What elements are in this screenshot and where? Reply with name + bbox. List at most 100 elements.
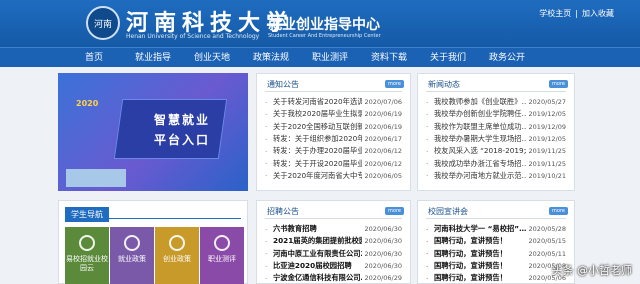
bullet-icon: · (265, 249, 268, 259)
list-item[interactable]: · 国聘行动，宣讲预告！ 2020/05/15 (426, 235, 566, 247)
school-home-link[interactable]: 学校主页 (539, 9, 571, 18)
top-links: 学校主页 | 加入收藏 (539, 8, 614, 19)
nav-home[interactable]: 首页 (68, 48, 120, 68)
list-item[interactable]: · 我校举办暑期大学生现场招… 2019/12/05 (426, 133, 566, 145)
tile-startup-policy[interactable]: 创业政策 (155, 227, 199, 284)
list-item[interactable]: · 国聘行动，宣讲预告！ 2020/05/11 (426, 248, 566, 260)
bullet-icon: · (426, 261, 429, 271)
banner-line2: 平台入口 (154, 133, 211, 147)
bullet-icon: · (426, 122, 429, 132)
list-item[interactable]: · 关于转发河南省2020年选调… 2020/07/06 (265, 96, 402, 108)
bullet-icon: · (265, 109, 268, 119)
bullet-icon: · (426, 146, 429, 156)
tile-employment-policy[interactable]: 就业政策 (110, 227, 154, 284)
item-title: 我校举办创新创业学院聘任… (434, 109, 526, 119)
item-date: 2020/06/17 (364, 135, 402, 144)
nav-downloads[interactable]: 资料下载 (363, 48, 415, 68)
item-date: 2020/06/30 (364, 262, 402, 271)
list-item[interactable]: · 关于2020年度河南省大中专… 2020/06/05 (265, 170, 402, 182)
item-title: 国聘行动，宣讲预告！ (434, 261, 507, 271)
divider (65, 218, 241, 219)
nav-entrepreneurship[interactable]: 创业天地 (186, 48, 238, 68)
notices-list: · 关于转发河南省2020年选调… 2020/07/06 · 关于我校2020届毕业生… (265, 96, 402, 182)
more-button[interactable]: more (385, 80, 404, 88)
list-item[interactable]: · 六书教育招聘 2020/06/30 (265, 223, 402, 235)
site-header: 河南 河南科技大学 Henan University of Science an… (0, 0, 640, 47)
item-title: 国聘行动，宣讲预告！ (434, 236, 507, 246)
bullet-icon: · (426, 159, 429, 169)
tile-label: 就业政策 (118, 255, 146, 263)
divider (265, 218, 402, 219)
bullet-icon: · (265, 261, 268, 271)
list-item[interactable]: · 校友风采入选 “2018-2019大…2019/11/25 (426, 145, 566, 157)
item-title: 国聘行动，宣讲预告！ (434, 248, 507, 258)
list-item[interactable]: · 河南中原工业有限责任公司2…2020/06/30 (265, 248, 402, 260)
nav-career-test[interactable]: 职业测评 (304, 48, 356, 68)
recruitment-panel: 招聘公告 more · 六书教育招聘 2020/06/30 · 2021届英的集团提前… (256, 200, 411, 284)
logo-text: 河南 (93, 19, 112, 30)
bullet-icon: · (426, 273, 429, 283)
talks-list: · 河南科技大学一 “易校招”… 2020/05/28 · 国聘行动，宣讲预告！ 202… (426, 223, 566, 284)
list-item[interactable]: · 转发：关于组织参加2020年… 2020/06/17 (265, 133, 402, 145)
bullet-icon: · (426, 171, 429, 181)
list-item[interactable]: · 国聘行动，宣讲预告！ 2020/05/06 (426, 272, 566, 284)
item-title: 转发：关于组织参加2020年… (273, 134, 362, 144)
list-item[interactable]: · 关于我校2020届毕业生拟录… 2020/06/19 (265, 108, 402, 120)
list-item[interactable]: · 关于2020全国移动互联创新… 2020/06/19 (265, 121, 402, 133)
smart-employment-banner[interactable]: 2020 智慧就业 平台入口 (58, 73, 248, 191)
item-date: 2020/06/19 (364, 110, 402, 119)
bullet-icon: · (426, 109, 429, 119)
divider (265, 91, 402, 92)
graduation-cap-icon (169, 235, 185, 251)
item-date: 2020/05/15 (528, 237, 566, 246)
bullet-icon: · (426, 97, 429, 107)
bullet-icon: · (265, 146, 268, 156)
item-date: 2020/06/05 (364, 171, 402, 180)
student-nav-panel: 学生导航 易校招就业校园云 就业政策 创业政策 职业测评 (58, 200, 248, 284)
item-date: 2020/06/29 (364, 274, 402, 283)
list-item[interactable]: · 比亚迪2020届校园招聘 2020/06/30 (265, 260, 402, 272)
bullet-icon: · (265, 224, 268, 234)
item-title: 河南中原工业有限责任公司2… (273, 248, 362, 258)
list-item[interactable]: · 我校举办河南地方就业示范… 2019/10/21 (426, 170, 566, 182)
list-item[interactable]: · 国聘行动，宣讲预告！ 2020/05/08 (426, 260, 566, 272)
item-title: 我校举办暑期大学生现场招… (434, 134, 526, 144)
nav-public-affairs[interactable]: 政务公开 (481, 48, 533, 68)
list-item[interactable]: · 河南科技大学一 “易校招”… 2020/05/28 (426, 223, 566, 235)
nav-career-guidance[interactable]: 就业指导 (127, 48, 179, 68)
list-item[interactable]: · 我校作为联盟主席单位成功… 2019/12/09 (426, 121, 566, 133)
item-date: 2019/12/09 (528, 122, 566, 131)
panel-title: 招聘公告 (267, 207, 299, 216)
center-en-name: Student Career And Entrepreneurship Cent… (268, 33, 381, 39)
nav-policies[interactable]: 政策法规 (245, 48, 297, 68)
panel-title: 新闻动态 (428, 80, 460, 89)
item-title: 六书教育招聘 (273, 224, 317, 234)
nav-about-us[interactable]: 关于我们 (422, 48, 474, 68)
center-name: 就业创业指导中心 (268, 17, 380, 33)
more-button[interactable]: more (549, 80, 568, 88)
tile-campus-recruit[interactable]: 易校招就业校园云 (65, 227, 109, 284)
university-en-name: Henan University of Science and Technolo… (126, 33, 260, 40)
bullet-icon: · (265, 159, 268, 169)
item-date: 2019/11/25 (528, 159, 566, 168)
item-title: 我校举办河南地方就业示范… (434, 170, 526, 180)
news-list: · 我校教师参加《创业联胜》… 2020/05/27 · 我校举办创新创业学院聘任… 2… (426, 96, 566, 182)
list-item[interactable]: · 我校成功举办浙江省专场招… 2019/11/25 (426, 157, 566, 169)
list-item[interactable]: · 我校教师参加《创业联胜》… 2020/05/27 (426, 96, 566, 108)
watermark: 头条 @小哲老师 (551, 264, 633, 277)
tile-career-test[interactable]: 职业测评 (200, 227, 244, 284)
list-item[interactable]: · 2021届英的集团提前批校园…2020/06/30 (265, 235, 402, 247)
list-item[interactable]: · 我校举办创新创业学院聘任… 2019/12/05 (426, 108, 566, 120)
item-title: 国聘行动，宣讲预告！ (434, 273, 507, 283)
building-illustration (66, 169, 126, 187)
list-item[interactable]: · 转发：关于办理2020届毕业… 2020/06/12 (265, 145, 402, 157)
more-button[interactable]: more (549, 207, 568, 215)
add-favorite-link[interactable]: 加入收藏 (582, 9, 614, 18)
more-button[interactable]: more (385, 207, 404, 215)
main-nav: 首页 就业指导 创业天地 政策法规 职业测评 资料下载 关于我们 政务公开 (0, 47, 640, 67)
item-title: 关于2020年度河南省大中专… (273, 170, 362, 180)
tile-label: 职业测评 (208, 255, 236, 263)
list-item[interactable]: · 宁波金亿通信科技有限公司… 2020/06/29 (265, 272, 402, 284)
list-item[interactable]: · 转发：关于开设2020届毕业… 2020/06/12 (265, 157, 402, 169)
university-logo[interactable]: 河南 (86, 6, 120, 40)
